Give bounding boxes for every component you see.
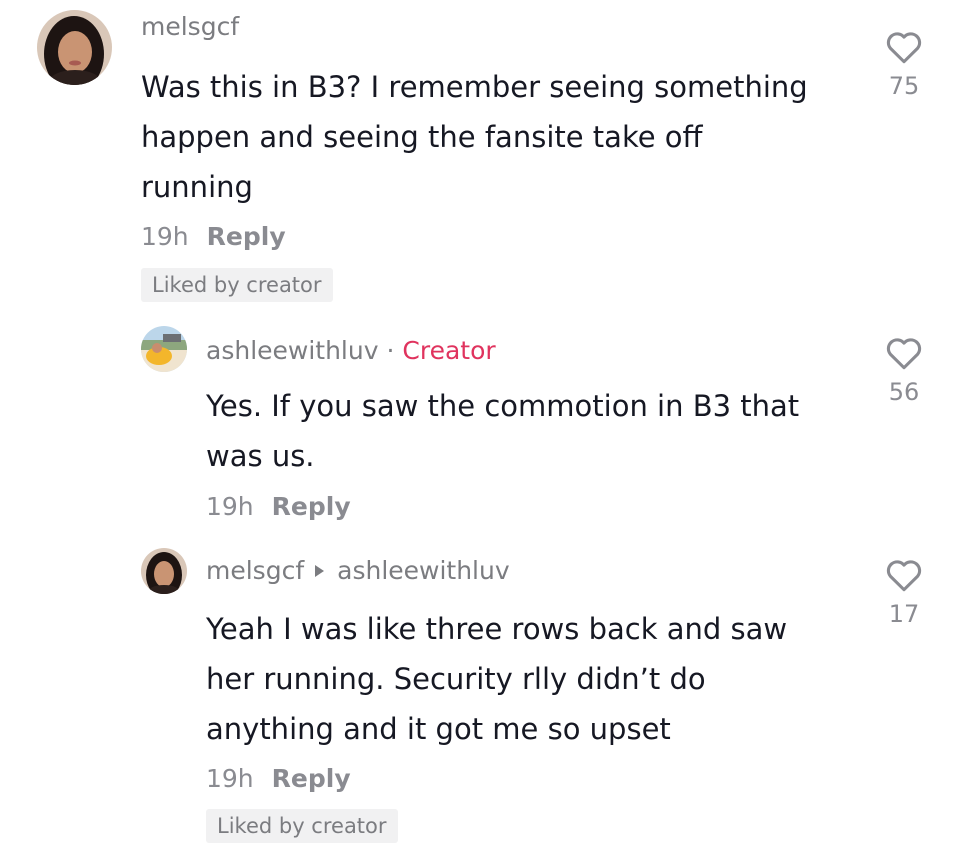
liked-badge-text: Liked by creator xyxy=(152,273,322,297)
comment-text: Yeah I was like three rows back and saw … xyxy=(206,604,787,754)
avatar-photo-icon xyxy=(141,548,187,594)
like-column: 56 xyxy=(874,336,934,406)
like-column: 75 xyxy=(874,30,934,100)
separator-dot: · xyxy=(386,336,395,365)
avatar-photo-icon xyxy=(141,326,187,372)
comment-line: Yeah I was like three rows back and saw xyxy=(206,612,788,646)
creator-tag: Creator xyxy=(402,336,496,365)
avatar[interactable] xyxy=(141,326,187,372)
comment-line: her running. Security rlly didn’t do xyxy=(206,662,706,696)
comment-username[interactable]: ashleewithluv · Creator xyxy=(206,336,496,365)
comment-timestamp: 19h xyxy=(141,222,189,251)
heart-outline-icon[interactable] xyxy=(885,558,923,592)
comment-line: Yes. If you saw the commotion in B3 that xyxy=(206,389,800,423)
username-text[interactable]: melsgcf xyxy=(206,556,304,585)
reply-to-username[interactable]: ashleewithluv xyxy=(337,556,510,585)
like-count: 75 xyxy=(888,72,920,100)
heart-outline-icon[interactable] xyxy=(885,30,923,64)
avatar[interactable] xyxy=(37,10,112,85)
username-text[interactable]: ashleewithluv xyxy=(206,336,379,365)
comment-timestamp: 19h xyxy=(206,764,254,793)
comment-line: was us. xyxy=(206,439,315,473)
reply-button[interactable]: Reply xyxy=(272,764,351,793)
comment-line: running xyxy=(141,170,253,204)
reply-button[interactable]: Reply xyxy=(272,492,351,521)
liked-by-creator-badge: Liked by creator xyxy=(141,268,333,302)
liked-by-creator-badge: Liked by creator xyxy=(206,809,398,843)
comment-username[interactable]: melsgcf ashleewithluv xyxy=(206,556,510,585)
comment-meta: 19h Reply xyxy=(141,222,286,251)
like-count: 17 xyxy=(888,600,920,628)
comment-line: anything and it got me so upset xyxy=(206,712,671,746)
reply-arrow-icon xyxy=(315,565,325,577)
comment-text: Was this in B3? I remember seeing someth… xyxy=(141,62,808,212)
heart-outline-icon[interactable] xyxy=(885,336,923,370)
comment-meta: 19h Reply xyxy=(206,764,351,793)
username-text[interactable]: melsgcf xyxy=(141,12,239,41)
comment-text: Yes. If you saw the commotion in B3 that… xyxy=(206,381,799,481)
comment-username[interactable]: melsgcf xyxy=(141,12,239,41)
avatar-photo-icon xyxy=(37,10,112,85)
liked-badge-text: Liked by creator xyxy=(217,814,387,838)
comment-meta: 19h Reply xyxy=(206,492,351,521)
avatar[interactable] xyxy=(141,548,187,594)
reply-button[interactable]: Reply xyxy=(207,222,286,251)
comment-line: Was this in B3? I remember seeing someth… xyxy=(141,70,808,104)
like-column: 17 xyxy=(874,558,934,628)
like-count: 56 xyxy=(888,378,920,406)
comment-timestamp: 19h xyxy=(206,492,254,521)
comment-line: happen and seeing the fansite take off xyxy=(141,120,703,154)
